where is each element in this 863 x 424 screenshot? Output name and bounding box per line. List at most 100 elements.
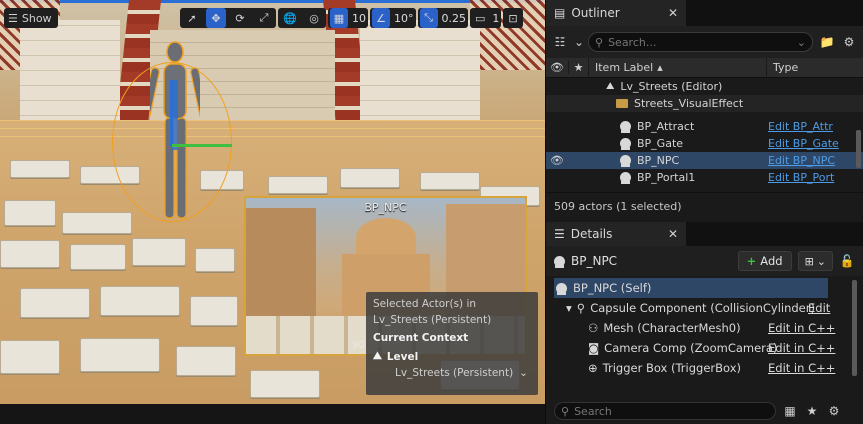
list-item[interactable]: BP_Attract Edit BP_Attr xyxy=(546,118,863,135)
row-label: BP_Gate xyxy=(568,137,768,150)
edit-link[interactable]: Edit in C++ xyxy=(768,361,835,375)
details-scrollbar[interactable] xyxy=(852,280,857,376)
component-name: ▾ ⚲ Capsule Component (CollisionCylinder… xyxy=(566,301,815,315)
search-icon: ⚲ xyxy=(595,35,604,49)
snap-grid-line xyxy=(0,120,545,121)
row-type-link[interactable]: Edit BP_NPC xyxy=(768,154,863,167)
close-icon[interactable]: ✕ xyxy=(668,6,678,20)
list-item[interactable]: BP_Portal1 Edit BP_Port xyxy=(546,169,863,186)
scale-snap-value[interactable]: 0.25 xyxy=(442,12,467,25)
level-viewport[interactable]: ☰ Show ➚ ✥ ⟳ ⤢ 🌐 ◎ ▦ 10 ∠ 10° ⤡ 0.25 ▭ 1 xyxy=(0,0,545,404)
blueprint-options-button[interactable]: ⊞ ⌄ xyxy=(797,251,833,271)
level-icon: ⛰ xyxy=(373,350,382,362)
list-item[interactable]: ⛰ Lv_Streets (Editor) xyxy=(546,78,863,95)
add-folder-icon[interactable]: 📁 xyxy=(819,35,835,49)
npc-mannequin[interactable] xyxy=(150,40,200,225)
component-row[interactable]: ▾ ⚲ Capsule Component (CollisionCylinder… xyxy=(554,298,863,318)
tab-details[interactable]: ☰ Details ✕ xyxy=(546,222,686,246)
expand-arrow-icon[interactable]: ▾ xyxy=(566,301,572,315)
list-item[interactable]: 👁 BP_NPC Edit BP_NPC xyxy=(546,152,863,169)
floor-tile xyxy=(420,172,480,190)
level-dropdown[interactable]: Lv_Streets (Persistent) ⌄ xyxy=(373,367,531,379)
row-label: BP_Portal1 xyxy=(568,171,768,184)
actor-icon xyxy=(620,121,631,133)
maximize-group[interactable]: ⊡ xyxy=(503,8,523,28)
component-row[interactable]: ⊕ Trigger Box (TriggerBox) Edit in C++ xyxy=(554,358,863,378)
rotate-mode-icon[interactable]: ⟳ xyxy=(230,8,250,28)
row-label: BP_NPC xyxy=(568,154,768,167)
row-type-link[interactable]: Edit BP_Port xyxy=(768,171,863,184)
edit-link[interactable]: Edit in C++ xyxy=(768,341,835,355)
scale-mode-icon[interactable]: ⤢ xyxy=(254,8,274,28)
gear-icon[interactable]: ⚙ xyxy=(826,404,842,418)
surface-snap-icon[interactable]: ◎ xyxy=(304,8,324,28)
row-type-link[interactable]: Edit BP_Attr xyxy=(768,120,863,133)
camera-speed-icon[interactable]: ▭ xyxy=(472,8,488,28)
transform-toolbar: ➚ ✥ ⟳ ⤢ 🌐 ◎ ▦ 10 ∠ 10° ⤡ 0.25 ▭ 1 ⊡ xyxy=(180,8,523,28)
component-row[interactable]: ⚇ Mesh (CharacterMesh0) Edit in C++ xyxy=(554,318,863,338)
selected-actors-label: Selected Actor(s) in xyxy=(373,298,477,310)
component-row[interactable]: ◙ Camera Comp (ZoomCamera) Edit in C++ xyxy=(554,338,863,358)
floor-tile xyxy=(250,370,320,398)
eye-icon[interactable]: 👁 xyxy=(546,154,568,167)
select-mode-icon[interactable]: ➚ xyxy=(182,8,202,28)
details-tab-label: Details xyxy=(570,227,613,241)
component-label: Trigger Box (TriggerBox) xyxy=(602,361,741,375)
floor-tile xyxy=(268,176,328,194)
grid-snap-group[interactable]: ▦ 10 xyxy=(328,8,368,28)
scale-snap-group[interactable]: ⤡ 0.25 xyxy=(417,8,468,28)
angle-snap-value[interactable]: 10° xyxy=(394,12,414,25)
row-type-link[interactable]: Edit BP_Gate xyxy=(768,137,863,150)
close-icon[interactable]: ✕ xyxy=(668,227,678,241)
show-menu-button[interactable]: ☰ Show xyxy=(4,8,58,28)
star-icon[interactable]: ★ xyxy=(568,61,588,74)
details-tabbar: ☰ Details ✕ xyxy=(546,222,863,246)
grid-snap-icon[interactable]: ▦ xyxy=(330,8,348,28)
outliner-search[interactable]: ⚲ ⌄ xyxy=(588,32,813,52)
folder-icon xyxy=(616,99,628,108)
row-label-text: Streets_VisualEffect xyxy=(634,97,744,110)
component-label: Capsule Component (CollisionCylinder) xyxy=(590,301,815,315)
edit-link[interactable]: Edit in C++ xyxy=(768,321,835,335)
list-item[interactable]: BP_Gate Edit BP_Gate xyxy=(546,135,863,152)
type-column[interactable]: Type xyxy=(766,57,863,78)
camera-speed-value[interactable]: 1 xyxy=(492,12,499,25)
visibility-column-icon[interactable]: 👁 xyxy=(546,61,568,74)
lock-icon[interactable]: 🔓 xyxy=(839,254,855,268)
star-icon[interactable]: ★ xyxy=(804,404,820,418)
translate-gizmo-z-axis[interactable] xyxy=(170,80,173,146)
list-item[interactable]: Streets_VisualEffect xyxy=(546,95,863,112)
row-label: ⛰ Lv_Streets (Editor) xyxy=(568,80,768,93)
chevron-down-icon[interactable]: ⌄ xyxy=(574,35,584,49)
tab-outliner[interactable]: ▤ Outliner ✕ xyxy=(546,0,686,26)
blueprint-icon: ⊞ xyxy=(804,254,814,268)
grid-snap-value[interactable]: 10 xyxy=(352,12,366,25)
level-dropdown-value[interactable]: Lv_Streets (Persistent) xyxy=(395,367,513,379)
translate-gizmo-y-axis[interactable] xyxy=(172,144,232,147)
component-row-self[interactable]: BP_NPC (Self) xyxy=(554,278,828,298)
capsule-icon: ⚲ xyxy=(576,301,586,315)
item-label-column[interactable]: Item Label ▴ xyxy=(588,57,766,78)
add-component-button[interactable]: + Add xyxy=(737,251,792,271)
details-search-input[interactable] xyxy=(574,404,769,418)
actor-icon xyxy=(556,282,567,295)
outliner-scrollbar[interactable] xyxy=(856,130,861,168)
camera-speed-group[interactable]: ▭ 1 xyxy=(470,8,502,28)
row-label: Streets_VisualEffect xyxy=(568,97,768,110)
maximize-viewport-icon[interactable]: ⊡ xyxy=(505,8,520,28)
tabbar-spacer xyxy=(686,0,863,26)
filter-icon[interactable]: ☷ xyxy=(552,35,568,49)
chevron-down-icon[interactable]: ⌄ xyxy=(797,36,806,49)
property-matrix-icon[interactable]: ▦ xyxy=(782,404,798,418)
component-name: ⊕ Trigger Box (TriggerBox) xyxy=(588,361,741,375)
outliner-search-input[interactable] xyxy=(608,35,792,49)
world-space-icon[interactable]: 🌐 xyxy=(280,8,300,28)
floor-tile xyxy=(0,340,60,374)
angle-snap-group[interactable]: ∠ 10° xyxy=(370,8,416,28)
translate-mode-icon[interactable]: ✥ xyxy=(206,8,226,28)
gear-icon[interactable]: ⚙ xyxy=(841,35,857,49)
edit-link[interactable]: Edit xyxy=(808,301,830,315)
angle-snap-icon[interactable]: ∠ xyxy=(372,8,390,28)
scale-snap-icon[interactable]: ⤡ xyxy=(419,8,438,28)
details-search[interactable]: ⚲ xyxy=(554,402,776,420)
